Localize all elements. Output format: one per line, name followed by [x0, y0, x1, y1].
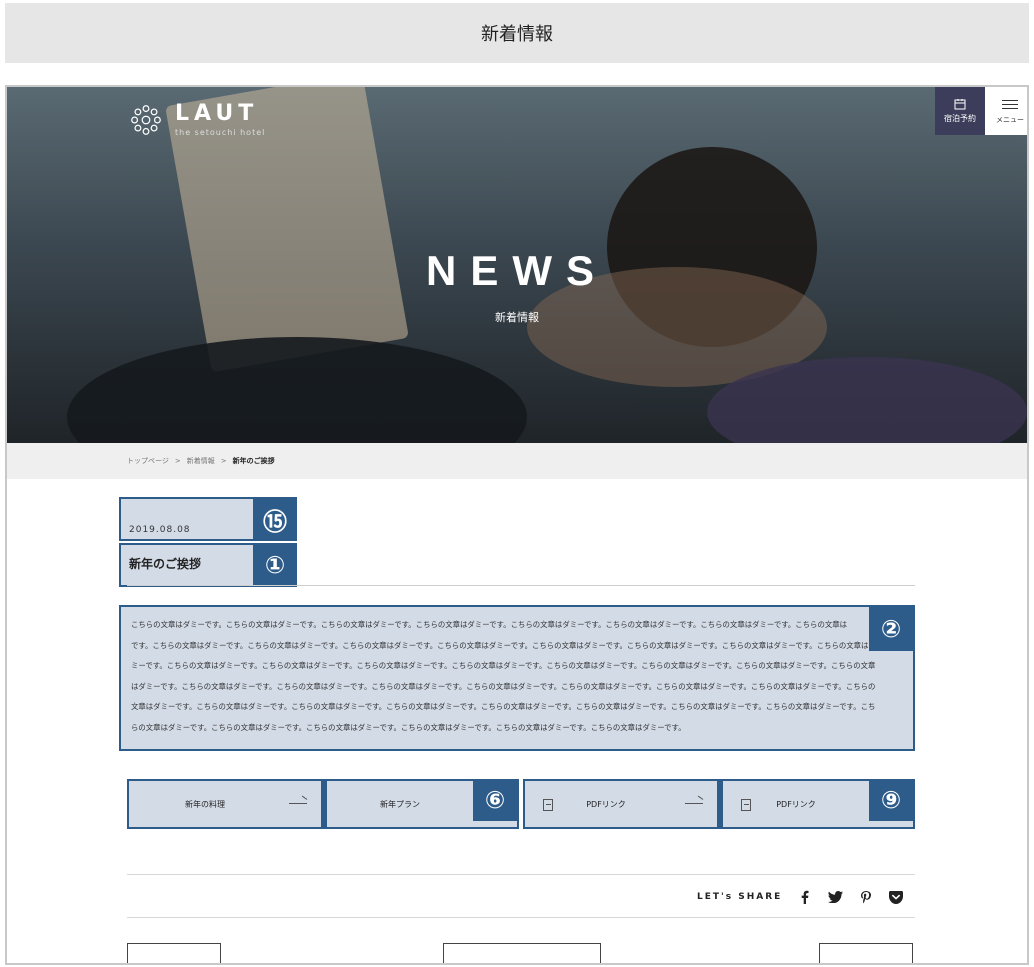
reserve-button[interactable]: 宿泊予約	[935, 87, 985, 135]
page-title-bar: 新着情報	[5, 3, 1029, 63]
share-divider-top	[127, 874, 915, 875]
link-label: PDFリンク	[586, 799, 626, 809]
body-line: こちらの文章はダミーです。こちらの文章はダミーです。こちらの文章はダミーです。こ…	[131, 620, 848, 629]
calendar-icon	[954, 99, 966, 110]
page-title: 新着情報	[481, 24, 553, 45]
next-article-button[interactable]	[819, 943, 913, 963]
pinterest-icon[interactable]	[861, 890, 872, 904]
hero-subtitle: 新着情報	[495, 311, 539, 324]
link-label: 新年プラン	[380, 799, 420, 809]
breadcrumb-item-news[interactable]: 新着情報	[187, 456, 215, 466]
article-body: こちらの文章はダミーです。こちらの文章はダミーです。こちらの文章はダミーです。こ…	[119, 605, 915, 751]
hero-title: NEWS	[426, 247, 608, 294]
logo-name: LAUT	[175, 101, 259, 126]
logo-emblem-icon	[131, 105, 161, 135]
annotation-badge: ②	[869, 607, 913, 651]
breadcrumb-separator: >	[174, 457, 181, 465]
breadcrumb-separator: >	[220, 457, 227, 465]
prev-article-button[interactable]	[127, 943, 221, 963]
breadcrumb-item-current: 新年のご挨拶	[232, 457, 275, 465]
pocket-icon[interactable]	[889, 890, 904, 904]
hotel-logo[interactable]: LAUT the setouchi hotel	[127, 101, 265, 139]
share-divider-bottom	[127, 917, 915, 918]
reserve-label: 宿泊予約	[944, 114, 976, 123]
breadcrumb: トップページ > 新着情報 > 新年のご挨拶	[7, 443, 1027, 479]
body-line: 文章はダミーです。こちらの文章はダミーです。こちらの文章はダミーです。こちらの文…	[131, 702, 876, 711]
twitter-icon[interactable]	[828, 891, 844, 903]
annotation-badge: ⑨	[869, 779, 913, 821]
article-title: 新年のご挨拶	[119, 543, 255, 587]
hamburger-icon	[1002, 97, 1018, 112]
body-line: はダミーです。こちらの文章はダミーです。こちらの文章はダミーです。こちらの文章は…	[131, 681, 876, 691]
hero-banner: LAUT the setouchi hotel 宿泊予約 メニュー NEWS 新…	[7, 87, 1027, 443]
back-to-list-button[interactable]	[443, 943, 601, 963]
share-label: LET's SHARE	[697, 892, 783, 902]
logo-subtitle: the setouchi hotel	[175, 128, 266, 137]
arrow-right-icon	[685, 803, 703, 804]
menu-label: メニュー	[996, 116, 1024, 124]
annotation-badge: ⑥	[473, 779, 517, 821]
body-line: らの文章はダミーです。こちらの文章はダミーです。こちらの文章はダミーです。こちら…	[131, 722, 686, 732]
share-bar: LET's SHARE	[697, 887, 904, 907]
body-line: ミーです。こちらの文章はダミーです。こちらの文章はダミーです。こちらの文章はダミ…	[131, 661, 876, 670]
link-button-pdf-1[interactable]: PDFリンク	[523, 779, 719, 829]
link-button-new-year-food[interactable]: 新年の料理	[127, 779, 323, 829]
annotation-badge: ①	[253, 543, 297, 587]
arrow-right-icon	[289, 803, 307, 804]
menu-button[interactable]: メニュー	[985, 87, 1027, 135]
site-frame: LAUT the setouchi hotel 宿泊予約 メニュー NEWS 新…	[5, 85, 1029, 965]
facebook-icon[interactable]	[800, 890, 810, 904]
annotation-badge: ⑮	[253, 497, 297, 541]
breadcrumb-item-top[interactable]: トップページ	[127, 456, 169, 466]
link-label: PDFリンク	[776, 799, 816, 809]
body-line: です。こちらの文章はダミーです。こちらの文章はダミーです。こちらの文章はダミーで…	[131, 640, 891, 650]
article-date: 2019.08.08	[119, 497, 255, 541]
title-divider	[127, 585, 915, 586]
link-label: 新年の料理	[185, 799, 225, 809]
